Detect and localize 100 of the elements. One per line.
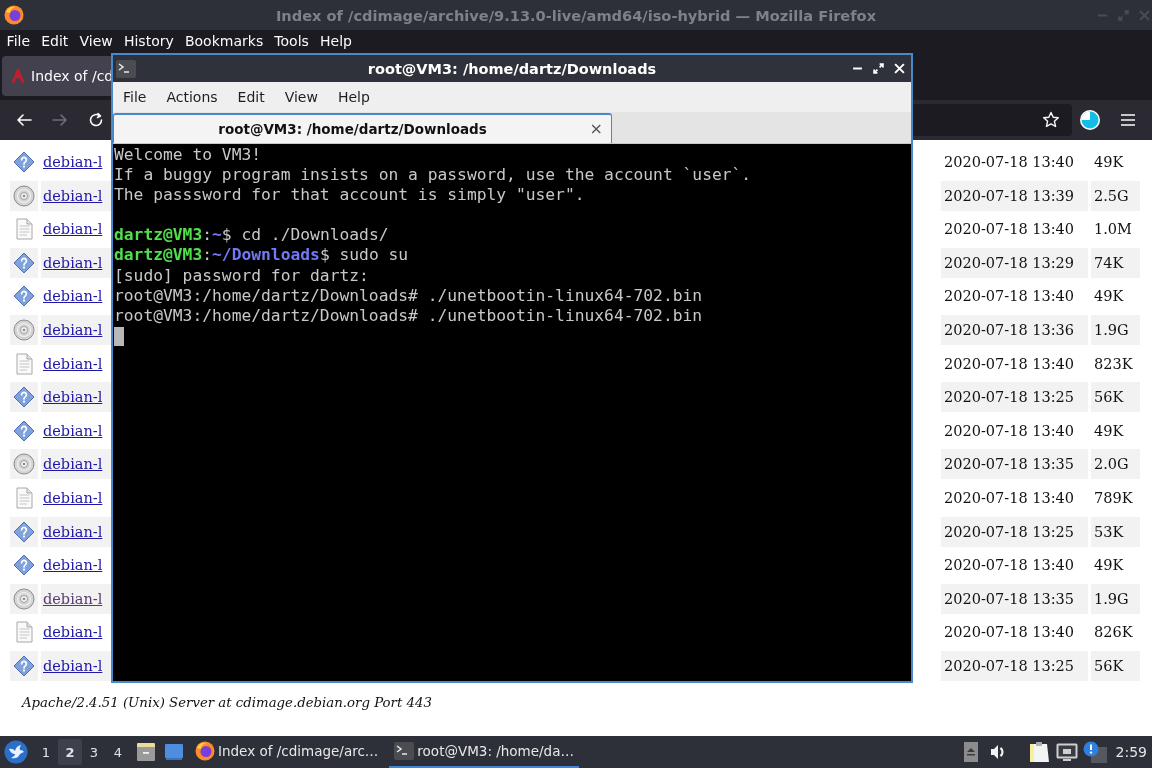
tab-close-button[interactable]: × [589, 120, 603, 138]
document-icon [13, 352, 35, 375]
site-logo-icon [11, 68, 25, 84]
browser-logo-icon [4, 5, 24, 25]
size-cell: 2.5G [1091, 180, 1140, 211]
speaker-icon[interactable] [989, 744, 1006, 760]
file-link[interactable]: debian-l [41, 314, 111, 345]
file-link[interactable]: debian-l [41, 348, 111, 379]
menu-icon[interactable] [1120, 113, 1136, 127]
menu-item[interactable]: History [118, 33, 180, 49]
menu-item[interactable]: Bookmarks [179, 33, 269, 49]
terminal-line: dartz@VM3:~/Downloads$ sudo su [114, 245, 409, 266]
size-cell: 74K [1091, 247, 1140, 278]
workspace-button[interactable]: 1 [34, 739, 58, 765]
size-cell: 1.9G [1091, 314, 1140, 345]
size-cell: 2.0G [1091, 449, 1140, 480]
date-cell-text: 2020-07-18 13:40 [943, 556, 1075, 576]
file-link[interactable]: debian-l [41, 617, 111, 648]
date-cell-text: 2020-07-18 13:40 [943, 220, 1075, 240]
question-diamond-icon [13, 251, 35, 274]
menu-item[interactable]: View [274, 89, 328, 105]
file-link[interactable]: debian-l [41, 583, 111, 614]
menu-item[interactable]: Help [327, 89, 380, 105]
clock[interactable]: 2:59 [1115, 744, 1147, 760]
clipboard-icon[interactable] [1027, 741, 1050, 763]
question-diamond-icon [13, 520, 35, 543]
size-cell-text: 1.0M [1093, 220, 1133, 240]
file-link[interactable]: debian-l [41, 650, 111, 681]
task-button[interactable]: Index of /cdimage/arc… [190, 736, 384, 768]
menu-item[interactable]: File [1, 33, 36, 49]
menu-item[interactable]: Help [314, 33, 358, 49]
start-menu-icon[interactable] [4, 740, 28, 764]
size-cell-text: 49K [1093, 556, 1125, 576]
size-cell-text: 789K [1093, 488, 1134, 508]
date-cell: 2020-07-18 13:25 [941, 516, 1088, 547]
file-link[interactable]: debian-l [41, 180, 111, 211]
terminal-icon [394, 741, 415, 761]
file-link[interactable]: debian-l [41, 382, 111, 413]
menu-item[interactable]: Actions [156, 89, 228, 105]
file-link[interactable]: debian-l [41, 550, 111, 581]
file-link[interactable]: debian-l [41, 482, 111, 513]
size-cell: 56K [1091, 382, 1140, 413]
document-icon [13, 621, 35, 644]
workspace-button[interactable]: 2 [58, 739, 82, 765]
menu-item[interactable]: Tools [268, 33, 315, 49]
back-arrow-icon[interactable] [16, 112, 32, 128]
bookmark-star-icon[interactable] [1042, 111, 1060, 129]
network-icon[interactable] [1055, 743, 1078, 761]
disc-icon [13, 587, 35, 610]
desktop-icon[interactable] [164, 742, 184, 762]
menu-item[interactable]: View [73, 33, 119, 49]
terminal-line: Welcome to VM3! [114, 145, 262, 166]
date-cell-text: 2020-07-18 13:40 [943, 421, 1075, 441]
file-link[interactable]: debian-l [41, 214, 111, 245]
restore-icon[interactable] [873, 63, 884, 74]
date-cell-text: 2020-07-18 13:40 [943, 153, 1075, 172]
date-cell-text: 2020-07-18 13:40 [943, 287, 1075, 307]
size-cell: 53K [1091, 516, 1140, 547]
workspace-button[interactable]: 4 [106, 739, 130, 765]
date-cell: 2020-07-18 13:39 [941, 180, 1088, 211]
size-cell-text: 826K [1093, 623, 1134, 643]
file-cabinet-icon[interactable] [136, 742, 156, 762]
size-cell: 1.9G [1091, 583, 1140, 614]
file-link[interactable]: debian-l [41, 449, 111, 480]
terminal-line: dartz@VM3:~$ cd ./Downloads/ [114, 225, 389, 246]
terminal-cursor [114, 326, 124, 346]
question-diamond-icon [13, 554, 35, 577]
file-link[interactable]: debian-l [41, 147, 111, 177]
disc-icon [13, 318, 35, 341]
menu-item[interactable]: Edit [35, 33, 74, 49]
disc-icon [13, 184, 35, 207]
reload-icon[interactable] [88, 112, 104, 128]
terminal-icon [116, 59, 136, 78]
notification-icon[interactable] [1082, 741, 1107, 763]
url-field[interactable] [910, 104, 1072, 136]
pie-chart-icon[interactable] [1079, 109, 1101, 131]
question-diamond-icon [13, 419, 35, 442]
browser-tab[interactable]: Index of /cd [2, 56, 111, 96]
document-icon [13, 218, 35, 241]
terminal-line: root@VM3:/home/dartz/Downloads# ./unetbootin-linux64-702.bin [114, 285, 703, 306]
date-cell: 2020-07-18 13:25 [941, 650, 1088, 681]
file-link[interactable]: debian-l [41, 415, 111, 446]
server-signature: Apache/2.4.51 (Unix) Server at cdimage.debian.org Port 443 [20, 694, 432, 711]
date-cell: 2020-07-18 13:29 [941, 247, 1088, 278]
size-cell: 56K [1091, 650, 1140, 681]
date-cell: 2020-07-18 13:35 [941, 583, 1088, 614]
date-cell: 2020-07-18 13:35 [941, 449, 1088, 480]
terminal-line: [sudo] password for dartz: [114, 265, 369, 286]
date-cell: 2020-07-18 13:36 [941, 314, 1088, 345]
menu-item[interactable]: File [113, 89, 157, 105]
file-link[interactable]: debian-l [41, 281, 111, 312]
question-diamond-icon [13, 654, 35, 677]
eject-icon[interactable] [963, 742, 978, 762]
terminal-tab[interactable]: root@VM3: /home/dartz/Downloads × [113, 113, 612, 143]
workspace-button[interactable]: 3 [82, 739, 106, 765]
size-cell-text: 49K [1093, 421, 1125, 441]
task-button[interactable]: root@VM3: /home/da… [389, 736, 579, 768]
menu-item[interactable]: Edit [227, 89, 275, 105]
file-link[interactable]: debian-l [41, 516, 111, 547]
file-link[interactable]: debian-l [41, 247, 111, 278]
